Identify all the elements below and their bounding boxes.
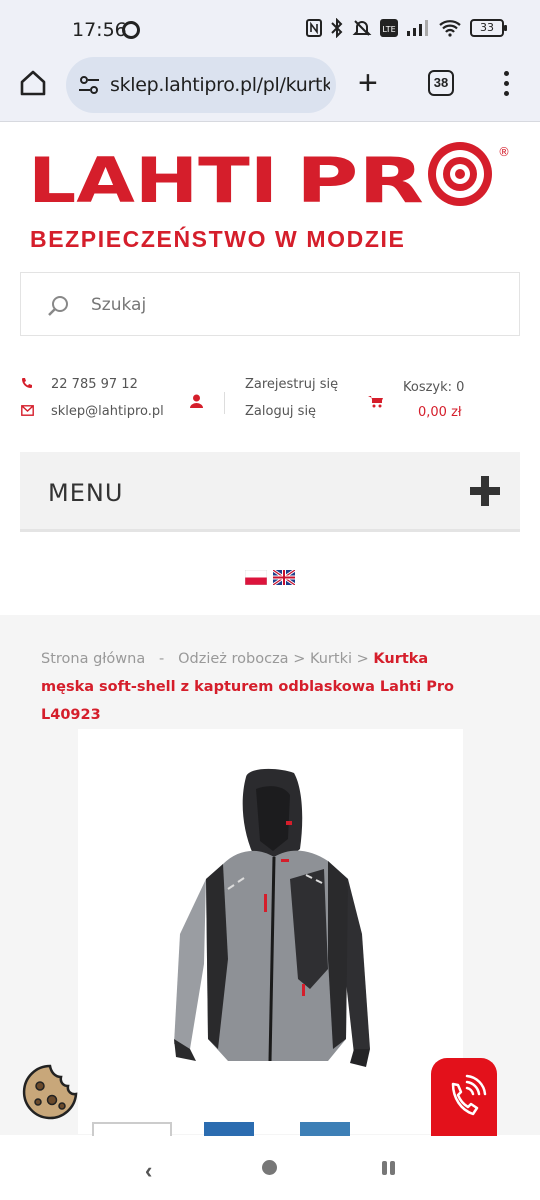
register-link[interactable]: Zarejestruj się [245,377,338,392]
status-time: 17:56 [72,19,127,41]
status-bar: 17:56 LTE 33 [0,0,540,60]
home-nav-icon[interactable] [262,1160,277,1175]
user-icon[interactable] [190,394,203,408]
login-link[interactable]: Zaloguj się [245,404,316,419]
svg-text:LTE: LTE [382,25,395,34]
nfc-icon [306,19,322,37]
menu-label: MENU [48,479,124,507]
polish-flag-icon[interactable] [245,570,267,585]
svg-text:PR: PR [296,144,424,217]
search-icon[interactable] [47,295,69,317]
url-text: sklep.lahtipro.pl/pl/kurtki- [110,74,330,96]
contact-email[interactable]: sklep@lahtipro.pl [51,404,164,419]
breadcrumb-subcategory[interactable]: Kurtki [310,651,352,667]
uk-flag-icon[interactable] [273,570,295,585]
breadcrumb-home[interactable]: Strona główna [41,651,145,667]
cart-total[interactable]: 0,00 zł [418,405,462,420]
volte-icon: LTE [380,19,398,37]
bluetooth-icon [331,18,343,38]
tab-switcher-button[interactable]: 38 [428,70,454,96]
status-ring-icon [122,21,140,39]
envelope-icon [21,405,34,416]
more-menu-icon[interactable] [504,71,510,97]
contact-phone[interactable]: 22 785 97 12 [51,377,138,392]
divider [224,392,225,414]
plus-icon[interactable] [470,476,500,506]
system-nav-bar: ‹ [0,1136,540,1200]
cart-icon[interactable] [368,395,383,408]
jacket-image [174,768,370,1067]
product-thumbnail[interactable] [300,1122,350,1136]
breadcrumb-separator: - [159,651,165,667]
cart-count[interactable]: Koszyk: 0 [403,380,464,395]
product-thumbnail[interactable] [92,1122,172,1136]
phone-icon [22,378,32,388]
mute-bell-icon [352,20,372,36]
svg-text:®: ® [498,145,510,159]
product-thumbnail[interactable] [204,1122,254,1136]
new-tab-icon[interactable]: + [358,66,378,100]
search-input[interactable]: Szukaj [91,295,146,315]
call-button[interactable] [431,1058,497,1138]
breadcrumb: Strona główna - Odzież robocza > Kurtki … [41,645,481,729]
address-bar[interactable]: sklep.lahtipro.pl/pl/kurtki- [66,57,336,113]
back-icon[interactable]: ‹ [145,1158,152,1184]
brand-tagline: BEZPIECZEŃSTWO W MODZIE [30,226,406,252]
browser-toolbar: sklep.lahtipro.pl/pl/kurtki- + 38 [0,52,540,122]
svg-text:LAHTI: LAHTI [28,144,278,217]
product-image[interactable] [78,729,463,1134]
menu-toggle[interactable]: MENU [20,452,520,532]
breadcrumb-separator: > [293,651,306,667]
cookie-icon[interactable] [22,1064,78,1120]
site-settings-icon[interactable] [78,75,100,95]
recents-icon[interactable] [381,1161,397,1175]
search-box[interactable]: Szukaj [20,272,520,336]
signal-icon [407,20,428,36]
phone-ringing-icon [451,1074,487,1116]
battery-icon: 33 [470,19,507,37]
home-icon[interactable] [18,68,48,98]
wifi-icon [439,20,461,37]
breadcrumb-separator: > [356,651,369,667]
breadcrumb-category[interactable]: Odzież robocza [178,651,288,667]
